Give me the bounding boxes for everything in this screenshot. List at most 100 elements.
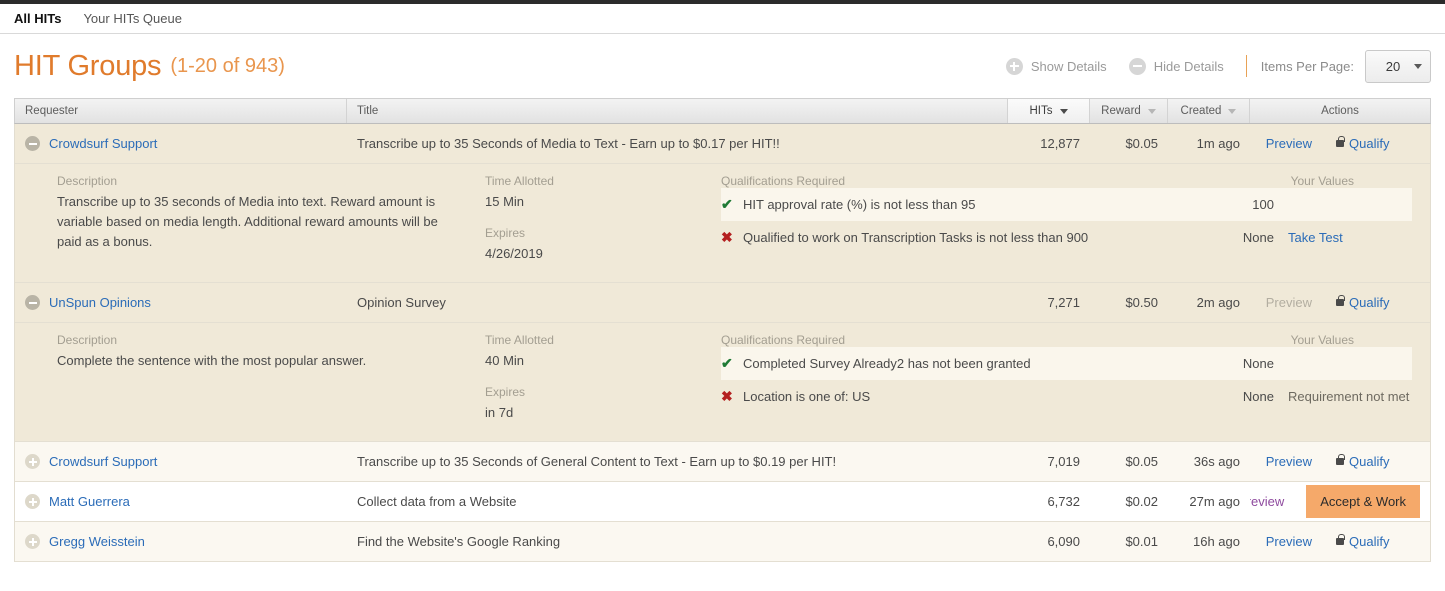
requester-link[interactable]: Gregg Weisstein <box>49 534 145 549</box>
hide-details-button[interactable]: Hide Details <box>1128 57 1224 75</box>
preview-link: Preview <box>1265 295 1312 310</box>
take-test-link[interactable]: Take Test <box>1288 230 1343 245</box>
column-header-title[interactable]: Title <box>347 99 1008 123</box>
column-header-reward[interactable]: Reward <box>1090 99 1168 123</box>
detail-description-section: Description Complete the sentence with t… <box>15 333 485 423</box>
table-row[interactable]: Gregg Weisstein Find the Website's Googl… <box>15 522 1430 562</box>
cell-created: 27m ago <box>1189 494 1240 509</box>
cell-title: Opinion Survey <box>347 283 1008 322</box>
items-per-page-value: 20 <box>1385 58 1401 74</box>
hit-groups-body: Crowdsurf Support Transcribe up to 35 Se… <box>14 124 1431 562</box>
qualify-label: Qualify <box>1349 136 1390 151</box>
accept-and-work-button[interactable]: Accept & Work <box>1306 485 1420 518</box>
row-detail-panel: Description Complete the sentence with t… <box>15 323 1430 442</box>
requester-link[interactable]: Matt Guerrera <box>49 494 130 509</box>
qualification-value: None <box>1242 230 1274 245</box>
cross-icon: ✖ <box>721 229 733 245</box>
page-result-count: (1-20 of 943) <box>170 54 285 77</box>
cell-requester: UnSpun Opinions <box>15 283 347 322</box>
table-row[interactable]: Crowdsurf Support Transcribe up to 35 Se… <box>15 124 1430 164</box>
detail-description-text: Complete the sentence with the most popu… <box>57 353 367 368</box>
cell-created: 2m ago <box>1196 295 1240 310</box>
your-values-label: Your Values <box>1290 333 1354 347</box>
qualify-label: Qualify <box>1349 454 1390 469</box>
column-header-created[interactable]: Created <box>1168 99 1250 123</box>
qualify-link[interactable]: Qualify <box>1336 295 1420 310</box>
expand-row-icon[interactable] <box>25 454 40 469</box>
plus-circle-icon <box>1005 57 1023 75</box>
qualify-link[interactable]: Qualify <box>1336 454 1420 469</box>
requester-link[interactable]: Crowdsurf Support <box>49 454 157 469</box>
table-row[interactable]: Crowdsurf Support Transcribe up to 35 Se… <box>15 442 1430 482</box>
sort-descending-icon <box>1147 108 1156 114</box>
table-row[interactable]: UnSpun Opinions Opinion Survey 7,271 $0.… <box>15 283 1430 323</box>
cell-created: 36s ago <box>1193 454 1240 469</box>
qualifications-required-label: Qualifications Required <box>721 333 846 347</box>
collapse-row-icon[interactable] <box>25 136 40 151</box>
detail-time-allotted-label: Time Allotted <box>485 333 554 347</box>
qualification-action: Take Test <box>1274 227 1412 248</box>
qualification-value: 100 <box>1252 197 1274 212</box>
cell-hits: 7,271 <box>1047 295 1080 310</box>
sort-descending-icon <box>1059 108 1068 114</box>
qualification-action: Requirement not met <box>1274 386 1412 407</box>
cell-requester: Crowdsurf Support <box>15 442 347 481</box>
show-details-button[interactable]: Show Details <box>1005 57 1107 75</box>
chevron-down-icon <box>1414 63 1422 69</box>
qualification-text: Qualified to work on Transcription Tasks… <box>743 230 1089 245</box>
detail-qualifications-section: Qualifications Required Your Values ✔ HI… <box>721 174 1430 264</box>
cell-hits: 6,090 <box>1047 534 1080 549</box>
detail-time-allotted-value: 40 Min <box>485 353 525 368</box>
table-row[interactable]: Matt Guerrera Collect data from a Websit… <box>15 482 1430 522</box>
qualification-row: ✖ Location is one of: US None Requiremen… <box>721 380 1412 413</box>
items-per-page-label: Items Per Page: <box>1260 58 1354 74</box>
preview-link[interactable]: Preview <box>1250 494 1284 509</box>
qualification-text: Completed Survey Already2 has not been g… <box>743 356 1031 371</box>
page-header: HIT Groups (1-20 of 943) Show Details Hi… <box>0 34 1445 98</box>
preview-link[interactable]: Preview <box>1266 136 1312 151</box>
tab-your-hits-queue[interactable]: Your HITs Queue <box>83 4 182 34</box>
page-title: HIT Groups <box>14 49 162 82</box>
detail-time-allotted-label: Time Allotted <box>485 174 554 188</box>
cell-reward: $0.05 <box>1125 136 1158 151</box>
detail-expires-label: Expires <box>485 385 526 399</box>
qualify-link[interactable]: Qualify <box>1336 534 1420 549</box>
toolbar-divider <box>1245 55 1247 77</box>
show-details-label: Show Details <box>1030 58 1107 74</box>
hit-title: Opinion Survey <box>357 295 446 310</box>
tab-all-hits[interactable]: All HITs <box>14 4 61 34</box>
cell-requester: Crowdsurf Support <box>15 124 347 163</box>
check-icon: ✔ <box>721 355 733 371</box>
column-header-actions-label: Actions <box>1321 105 1359 117</box>
collapse-row-icon[interactable] <box>25 295 40 310</box>
column-header-hits[interactable]: HITs <box>1008 99 1090 123</box>
requester-link[interactable]: UnSpun Opinions <box>49 295 151 310</box>
cell-hits: 7,019 <box>1047 454 1080 469</box>
detail-description-section: Description Transcribe up to 35 seconds … <box>15 174 485 264</box>
requester-link[interactable]: Crowdsurf Support <box>49 136 157 151</box>
cell-requester: Matt Guerrera <box>15 482 347 521</box>
expand-row-icon[interactable] <box>25 534 40 549</box>
qualification-value: None <box>1242 356 1274 371</box>
column-header-hits-label: HITs <box>1029 105 1053 117</box>
check-icon: ✔ <box>721 196 733 212</box>
preview-link[interactable]: Preview <box>1266 534 1312 549</box>
column-header-requester[interactable]: Requester <box>15 99 347 123</box>
header-toolbar: Show Details Hide Details Items Per Page… <box>1005 49 1431 83</box>
detail-description-label: Description <box>57 333 118 347</box>
detail-time-section: Time Allotted 40 Min Expires in 7d <box>485 333 721 423</box>
qualification-value: None <box>1242 389 1274 404</box>
detail-expires-value: in 7d <box>485 405 514 420</box>
qualification-row: ✔ HIT approval rate (%) is not less than… <box>721 188 1412 221</box>
preview-link[interactable]: Preview <box>1266 454 1312 469</box>
hide-details-label: Hide Details <box>1153 58 1224 74</box>
column-header-reward-label: Reward <box>1101 105 1141 117</box>
expand-row-icon[interactable] <box>25 494 40 509</box>
lock-icon <box>1336 534 1345 545</box>
detail-expires-value: 4/26/2019 <box>485 246 543 261</box>
qualify-link[interactable]: Qualify <box>1336 136 1420 151</box>
items-per-page-select[interactable]: 20 <box>1365 49 1431 83</box>
detail-qualifications-section: Qualifications Required Your Values ✔ Co… <box>721 333 1430 423</box>
row-detail-panel: Description Transcribe up to 35 seconds … <box>15 164 1430 283</box>
lock-icon <box>1336 136 1345 147</box>
